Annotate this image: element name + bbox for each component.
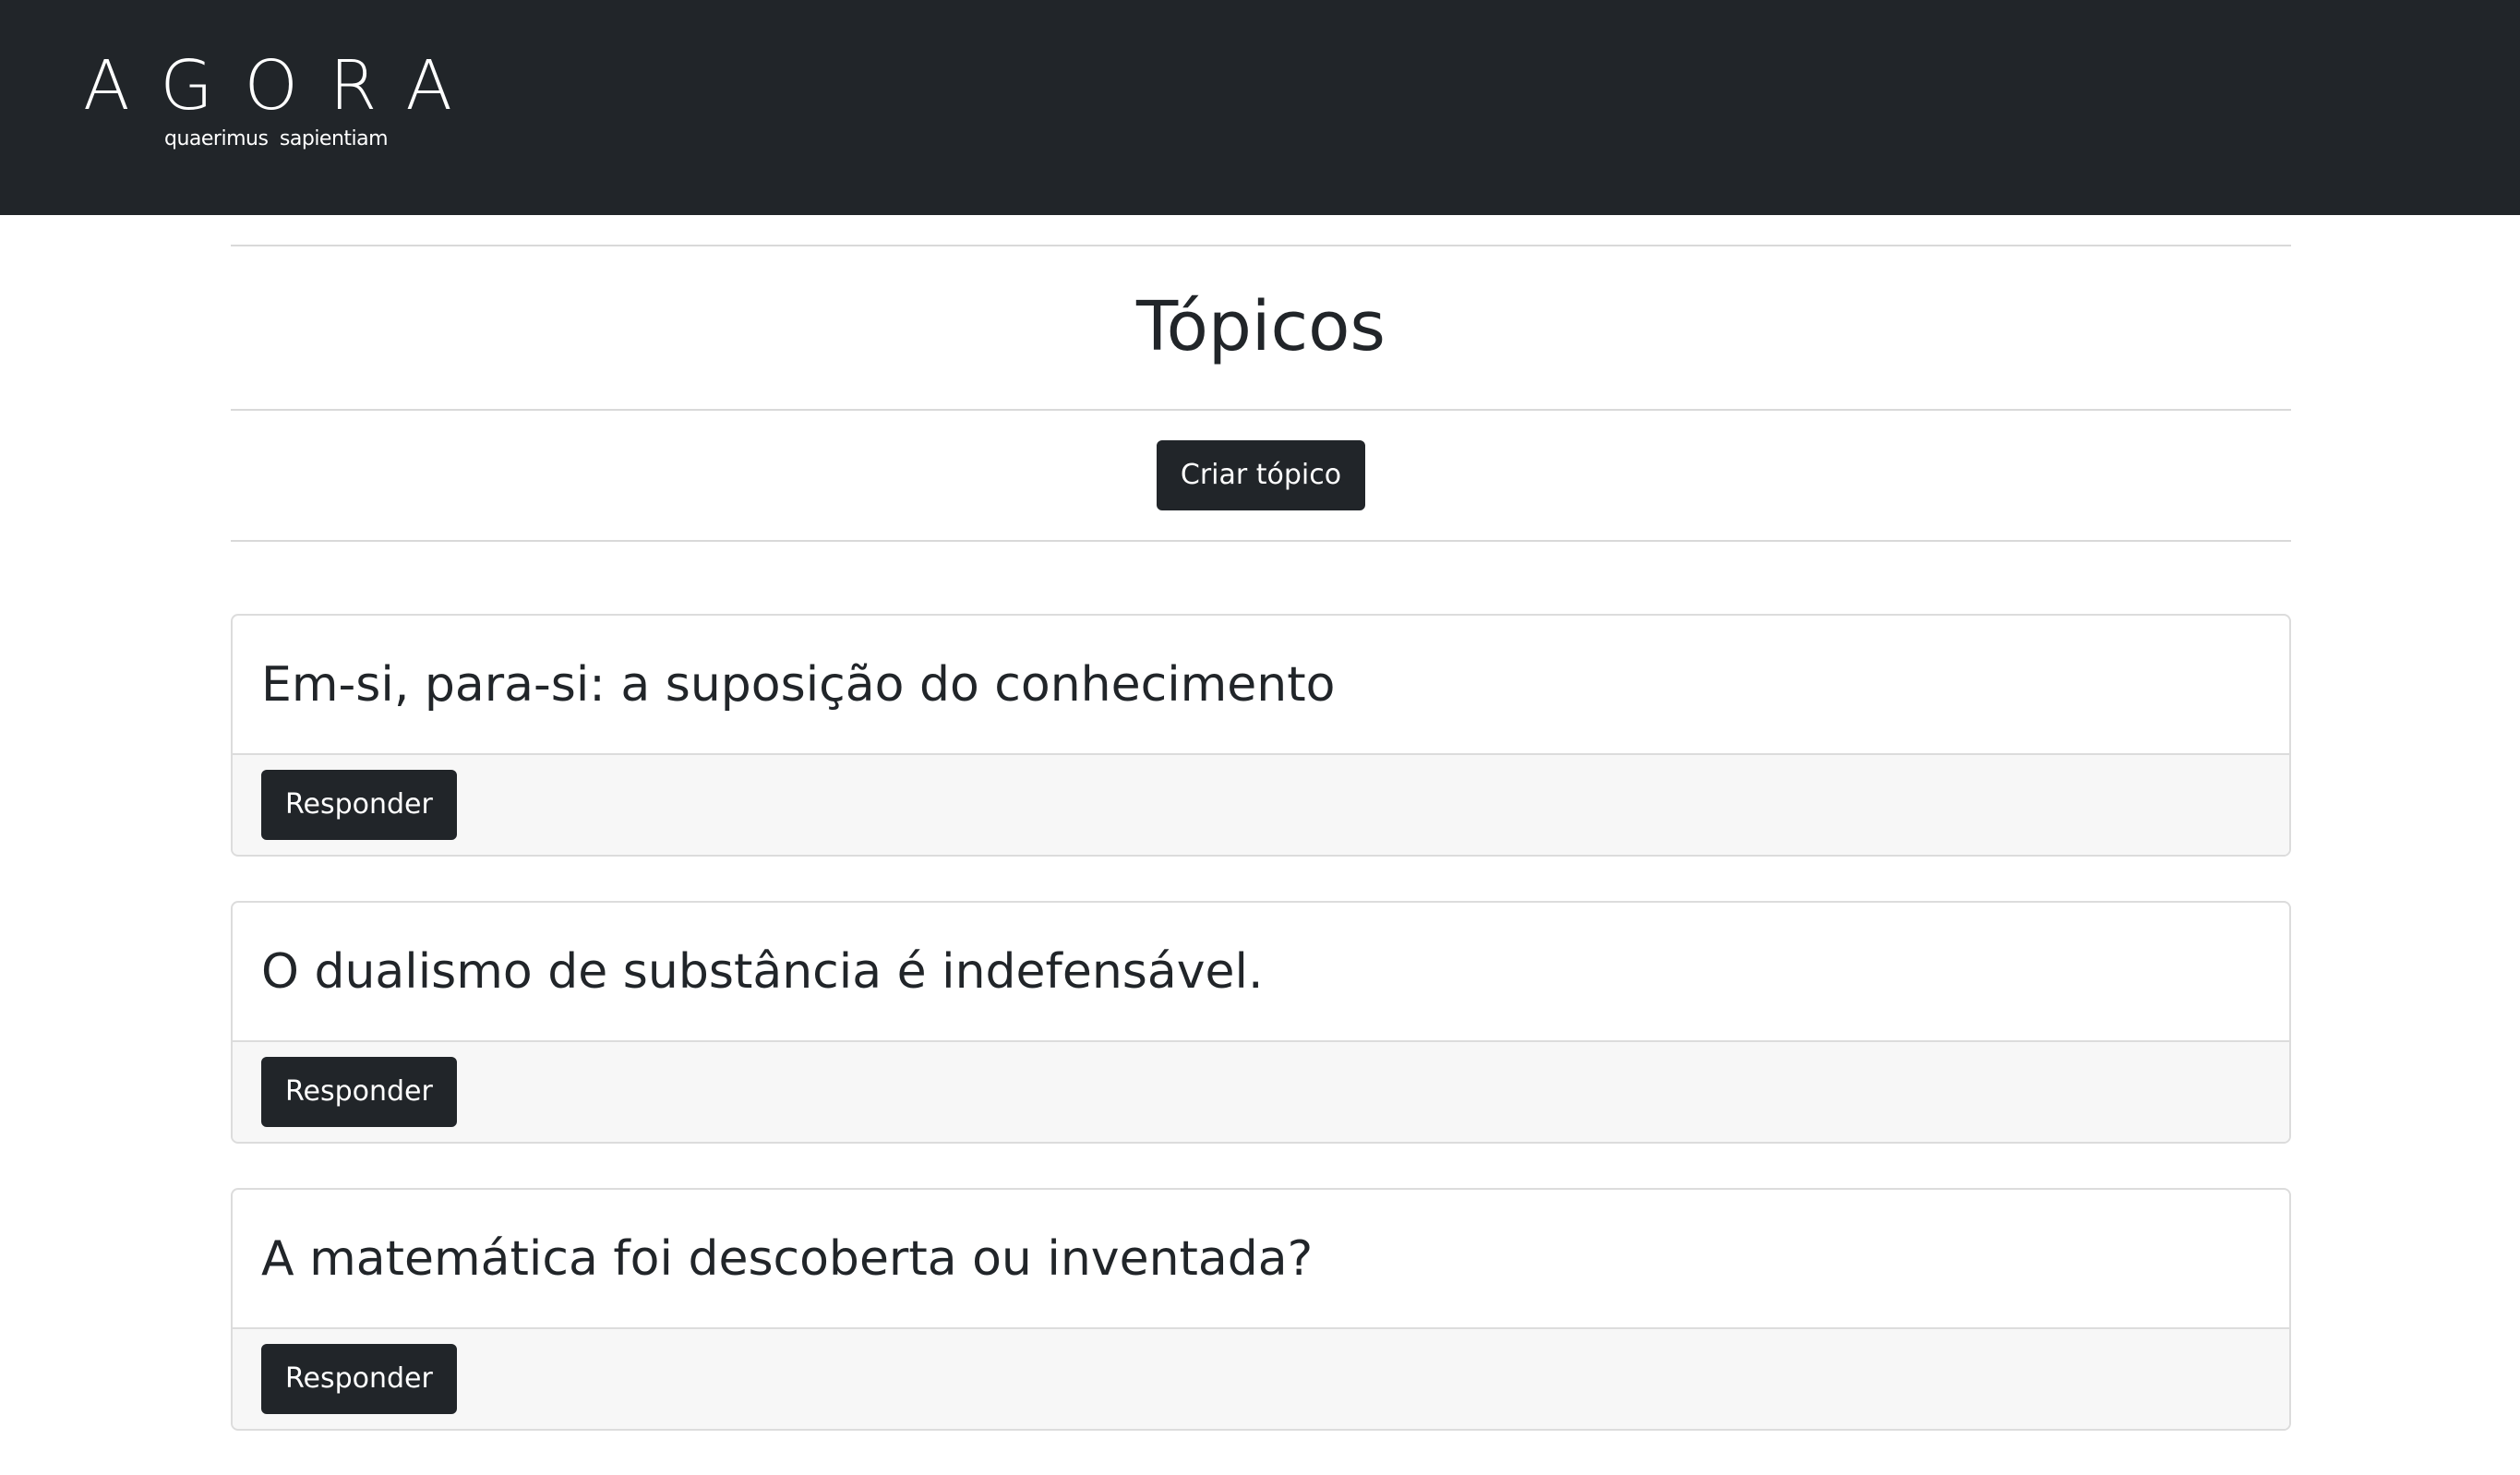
topic-card-body: Em-si, para-si: a suposição do conhecime… [233,616,2289,753]
topic-title: Em-si, para-si: a suposição do conhecime… [261,656,1336,713]
topic-card-footer: Responder [233,1327,2289,1429]
topic-card-footer: Responder [233,753,2289,855]
brand-tagline: quaerimus sapientiam [164,127,389,150]
topic-card-body: A matemática foi descoberta ou inventada… [233,1190,2289,1327]
main-content: Tópicos Criar tópico Em-si, para-si: a s… [231,215,2291,1475]
topic-card: O dualismo de substância é indefensável.… [231,901,2291,1144]
navbar: AGORA quaerimus sapientiam [0,0,2520,215]
topics-list: Em-si, para-si: a suposição do conhecime… [231,614,2291,1431]
topic-card: A matemática foi descoberta ou inventada… [231,1188,2291,1431]
reply-button[interactable]: Responder [261,1344,457,1414]
page-title: Tópicos [1136,287,1386,366]
topic-card-body: O dualismo de substância é indefensável. [233,903,2289,1040]
topic-card-footer: Responder [233,1040,2289,1142]
brand-logo-link[interactable]: AGORA quaerimus sapientiam [83,46,452,150]
reply-button[interactable]: Responder [261,770,457,840]
brand-name: AGORA [83,46,484,126]
reply-button[interactable]: Responder [261,1057,457,1127]
topic-title: O dualismo de substância é indefensável. [261,943,1264,1000]
create-topic-button[interactable]: Criar tópico [1156,440,1366,510]
topic-card: Em-si, para-si: a suposição do conhecime… [231,614,2291,857]
topic-title: A matemática foi descoberta ou inventada… [261,1230,1314,1287]
create-topic-section: Criar tópico [231,411,2291,540]
divider-create [231,540,2291,542]
